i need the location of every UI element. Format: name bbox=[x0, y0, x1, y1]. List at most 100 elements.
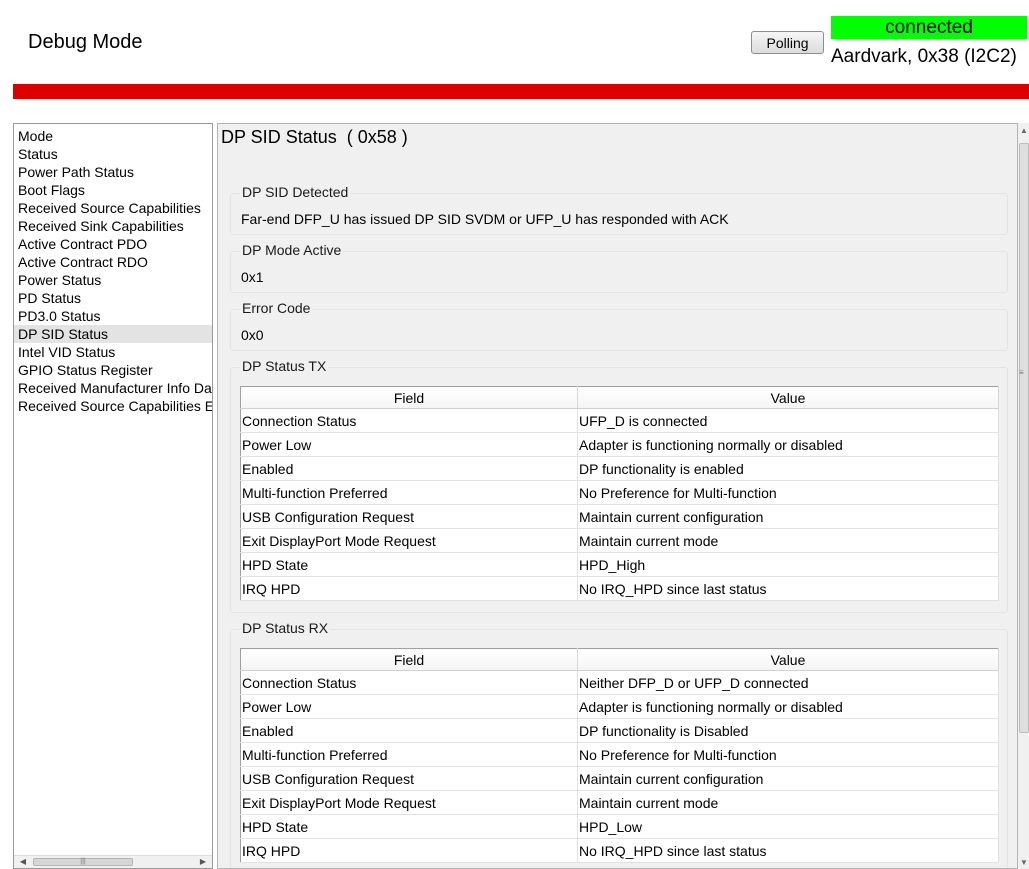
sidebar-item-dp-sid-status[interactable]: DP SID Status bbox=[14, 325, 212, 343]
value-cell: Maintain current configuration bbox=[577, 504, 999, 529]
sidebar-item-received-source-capabilities[interactable]: Received Source Capabilities bbox=[14, 199, 212, 217]
field-cell: HPD State bbox=[240, 552, 578, 577]
column-header-field[interactable]: Field bbox=[240, 648, 578, 671]
sidebar-list: Mode Status Power Path Status Boot Flags Rec… bbox=[14, 124, 212, 415]
table-row[interactable]: Exit DisplayPort Mode Request Maintain cu… bbox=[240, 790, 999, 815]
field-cell: Enabled bbox=[240, 718, 578, 743]
main-panel: DP SID Status ( 0x58 ) DP SID Detected F… bbox=[217, 123, 1018, 869]
header-bar: Debug Mode Polling connected Aardvark, 0… bbox=[0, 0, 1029, 84]
value-cell: UFP_D is connected bbox=[577, 408, 999, 433]
sidebar-item-received-manufacturer-info-da[interactable]: Received Manufacturer Info Da bbox=[14, 379, 212, 397]
table-row[interactable]: Power Low Adapter is functioning normally… bbox=[240, 432, 999, 457]
value-cell: Maintain current mode bbox=[577, 790, 999, 815]
sidebar-item-active-contract-rdo[interactable]: Active Contract RDO bbox=[14, 253, 212, 271]
sidebar-item-power-path-status[interactable]: Power Path Status bbox=[14, 163, 212, 181]
sidebar-item-pd3-0-status[interactable]: PD3.0 Status bbox=[14, 307, 212, 325]
group-label: DP Mode Active bbox=[240, 242, 344, 258]
scrollbar-thumb[interactable] bbox=[1019, 143, 1029, 733]
table-row[interactable]: Connection Status Neither DFP_D or UFP_D … bbox=[240, 670, 999, 695]
sidebar-item-power-status[interactable]: Power Status bbox=[14, 271, 212, 289]
field-cell: IRQ HPD bbox=[240, 576, 578, 601]
scroll-down-icon[interactable]: ▼ bbox=[1020, 858, 1028, 867]
value-cell: No Preference for Multi-function bbox=[577, 480, 999, 505]
value-cell: Adapter is functioning normally or disab… bbox=[577, 432, 999, 457]
group-label: DP Status RX bbox=[240, 620, 331, 636]
table-row[interactable]: Multi-function Preferred No Preference fo… bbox=[240, 742, 999, 767]
scroll-up-icon[interactable]: ▲ bbox=[1020, 126, 1028, 135]
field-cell: HPD State bbox=[240, 814, 578, 839]
value-cell: HPD_High bbox=[577, 552, 999, 577]
sidebar-item-pd-status[interactable]: PD Status bbox=[14, 289, 212, 307]
field-cell: Connection Status bbox=[240, 408, 578, 433]
value-cell: DP functionality is enabled bbox=[577, 456, 999, 481]
value-cell: Maintain current configuration bbox=[577, 766, 999, 791]
value-cell: No Preference for Multi-function bbox=[577, 742, 999, 767]
table-row[interactable]: IRQ HPD No IRQ_HPD since last status bbox=[240, 838, 999, 863]
table-row[interactable]: Enabled DP functionality is enabled bbox=[240, 456, 999, 481]
sidebar-item-boot-flags[interactable]: Boot Flags bbox=[14, 181, 212, 199]
value-cell: HPD_Low bbox=[577, 814, 999, 839]
value-cell: No IRQ_HPD since last status bbox=[577, 838, 999, 863]
dp-status-tx-group: DP Status TX Field Value Connection Stat… bbox=[230, 358, 1008, 613]
sidebar-horizontal-scrollbar[interactable]: ◀ ||| ▶ bbox=[14, 855, 212, 868]
column-header-value[interactable]: Value bbox=[577, 386, 999, 409]
table-row[interactable]: Enabled DP functionality is Disabled bbox=[240, 718, 999, 743]
field-cell: Exit DisplayPort Mode Request bbox=[240, 528, 578, 553]
sidebar-item-gpio-status-register[interactable]: GPIO Status Register bbox=[14, 361, 212, 379]
table-row[interactable]: IRQ HPD No IRQ_HPD since last status bbox=[240, 576, 999, 601]
value-cell: Neither DFP_D or UFP_D connected bbox=[577, 670, 999, 695]
field-cell: Exit DisplayPort Mode Request bbox=[240, 790, 578, 815]
table-row[interactable]: Connection Status UFP_D is connected bbox=[240, 408, 999, 433]
table-row[interactable]: USB Configuration Request Maintain curren… bbox=[240, 766, 999, 791]
table-row[interactable]: Exit DisplayPort Mode Request Maintain cu… bbox=[240, 528, 999, 553]
group-label: DP SID Detected bbox=[240, 184, 351, 200]
dp-sid-detected-value: Far-end DFP_U has issued DP SID SVDM or … bbox=[241, 211, 729, 227]
group-label: Error Code bbox=[240, 300, 313, 316]
sidebar-item-intel-vid-status[interactable]: Intel VID Status bbox=[14, 343, 212, 361]
sidebar-item-mode[interactable]: Mode bbox=[14, 127, 212, 145]
dp-status-rx-group: DP Status RX Field Value Connection Stat… bbox=[230, 620, 1008, 868]
field-cell: Power Low bbox=[240, 432, 578, 457]
connection-info: Aardvark, 0x38 (I2C2) bbox=[831, 46, 1017, 67]
connection-status-badge: connected bbox=[831, 16, 1027, 39]
dp-mode-active-group: DP Mode Active 0x1 bbox=[230, 242, 1008, 293]
field-cell: Multi-function Preferred bbox=[240, 742, 578, 767]
table-row[interactable]: USB Configuration Request Maintain curren… bbox=[240, 504, 999, 529]
value-cell: DP functionality is Disabled bbox=[577, 718, 999, 743]
table-row[interactable]: HPD State HPD_Low bbox=[240, 814, 999, 839]
column-header-value[interactable]: Value bbox=[577, 648, 999, 671]
sidebar-item-status[interactable]: Status bbox=[14, 145, 212, 163]
error-code-group: Error Code 0x0 bbox=[230, 300, 1008, 351]
field-cell: Power Low bbox=[240, 694, 578, 719]
accent-bar bbox=[13, 84, 1029, 99]
table-row[interactable]: Multi-function Preferred No Preference fo… bbox=[240, 480, 999, 505]
sidebar-item-received-sink-capabilities[interactable]: Received Sink Capabilities bbox=[14, 217, 212, 235]
error-code-value: 0x0 bbox=[241, 327, 264, 343]
sidebar-item-active-contract-pdo[interactable]: Active Contract PDO bbox=[14, 235, 212, 253]
sidebar-item-received-source-capabilities-e[interactable]: Received Source Capabilities E bbox=[14, 397, 212, 415]
group-label: DP Status TX bbox=[240, 358, 329, 374]
dp-mode-active-value: 0x1 bbox=[241, 269, 264, 285]
sidebar: Mode Status Power Path Status Boot Flags Rec… bbox=[13, 123, 213, 869]
dp-status-rx-table: Field Value Connection Status Neither DFP… bbox=[240, 648, 999, 863]
field-cell: Multi-function Preferred bbox=[240, 480, 578, 505]
app-title: Debug Mode bbox=[28, 31, 143, 53]
table-row[interactable]: HPD State HPD_High bbox=[240, 552, 999, 577]
scroll-left-icon[interactable]: ◀ bbox=[16, 856, 30, 868]
field-cell: USB Configuration Request bbox=[240, 504, 578, 529]
main-vertical-scrollbar[interactable]: ▲ ≡ ▼ bbox=[1018, 123, 1029, 869]
polling-button[interactable]: Polling bbox=[751, 31, 824, 54]
table-row[interactable]: Power Low Adapter is functioning normally… bbox=[240, 694, 999, 719]
value-cell: Adapter is functioning normally or disab… bbox=[577, 694, 999, 719]
column-header-field[interactable]: Field bbox=[240, 386, 578, 409]
value-cell: No IRQ_HPD since last status bbox=[577, 576, 999, 601]
scroll-right-icon[interactable]: ▶ bbox=[196, 856, 210, 868]
field-cell: USB Configuration Request bbox=[240, 766, 578, 791]
field-cell: Connection Status bbox=[240, 670, 578, 695]
dp-status-tx-table: Field Value Connection Status UFP_D is co… bbox=[240, 386, 999, 601]
scrollbar-grip-icon: ≡ bbox=[1019, 368, 1024, 377]
page-title: DP SID Status ( 0x58 ) bbox=[221, 127, 408, 147]
dp-sid-detected-group: DP SID Detected Far-end DFP_U has issued… bbox=[230, 184, 1008, 235]
field-cell: Enabled bbox=[240, 456, 578, 481]
scrollbar-thumb[interactable]: ||| bbox=[33, 858, 133, 866]
